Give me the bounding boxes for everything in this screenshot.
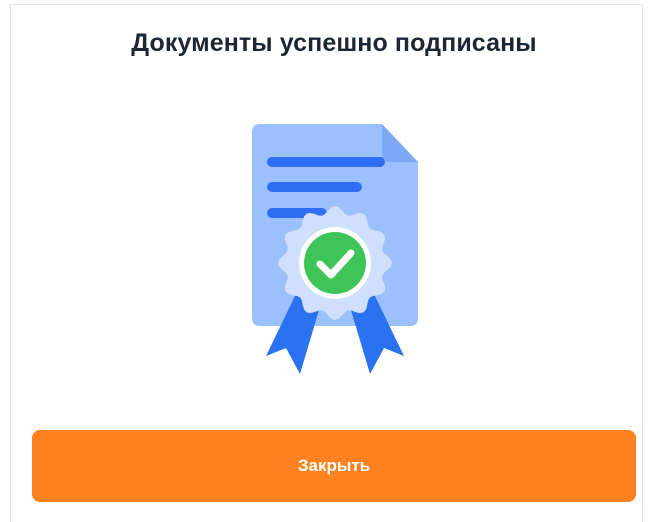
check-circle [304,232,366,294]
signed-certificate-icon [252,124,418,374]
close-button[interactable]: Закрыть [32,430,636,502]
dialog-title: Документы успешно подписаны [131,29,537,57]
document-fold [382,124,418,162]
